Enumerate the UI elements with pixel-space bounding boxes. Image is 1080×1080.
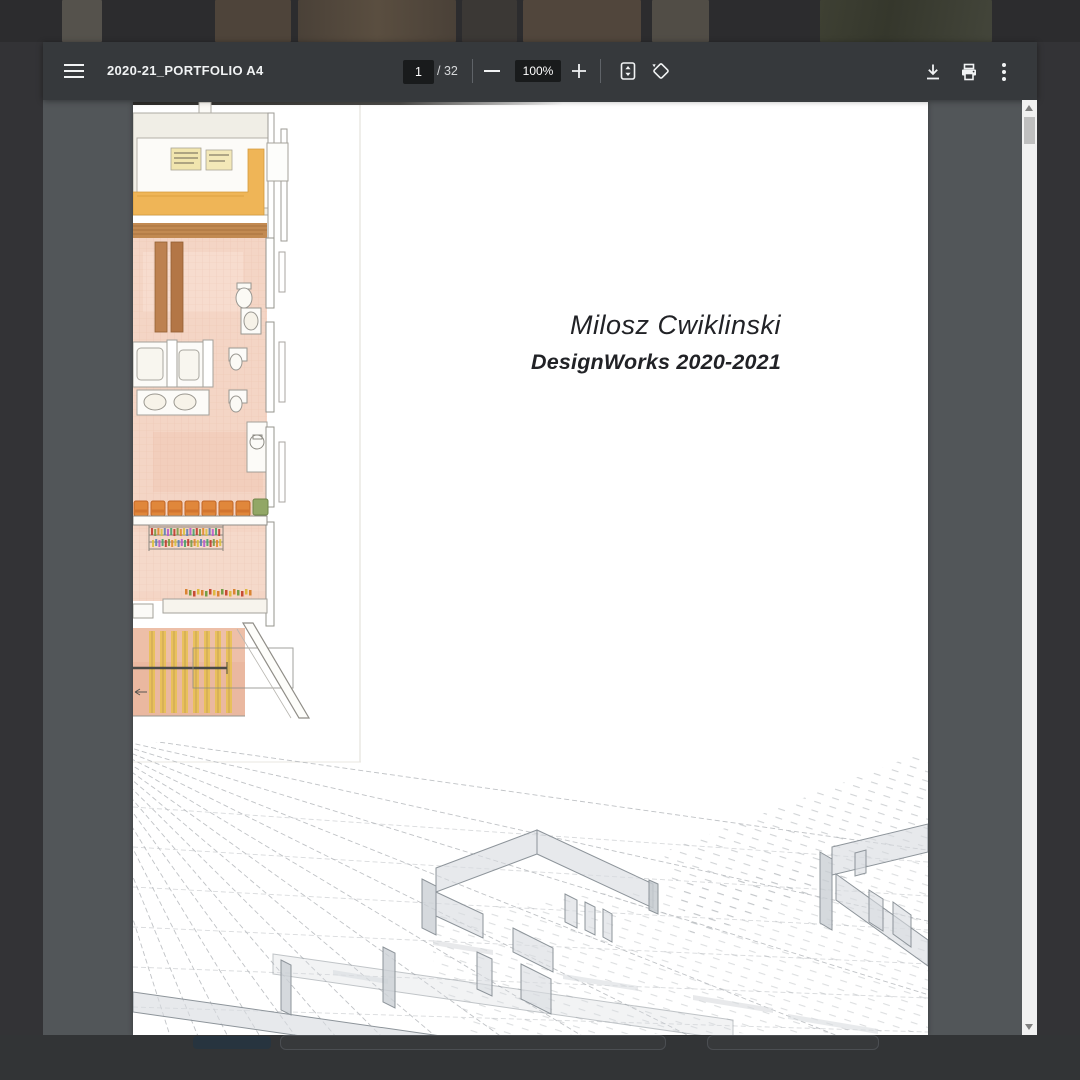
scrollbar[interactable] [1022, 100, 1037, 1035]
plus-icon [570, 62, 588, 80]
author-name: Milosz Cwiklinski [531, 310, 781, 341]
toolbar-separator [472, 59, 473, 83]
page-count-label: / 32 [437, 42, 458, 100]
pdf-content-area: Milosz Cwiklinski DesignWorks 2020-2021 [43, 100, 1037, 1035]
pdf-toolbar: 2020-21_PORTFOLIO A4 / 32 100% [43, 42, 1037, 100]
background-thumbnail [820, 0, 992, 42]
printer-icon [959, 62, 979, 82]
axonometric-artwork [133, 730, 928, 1035]
pdf-page: Milosz Cwiklinski DesignWorks 2020-2021 [133, 102, 928, 1035]
background-thumbnail [652, 0, 709, 42]
rotate-counterclockwise-icon [651, 61, 671, 81]
background-thumbnail [62, 0, 102, 42]
pdf-viewer: 2020-21_PORTFOLIO A4 / 32 100% [43, 42, 1037, 1035]
zoom-out-button[interactable] [483, 62, 501, 80]
fit-to-page-button[interactable] [618, 61, 638, 81]
background-thumbnail [298, 0, 456, 42]
portfolio-title: DesignWorks 2020-2021 [531, 350, 781, 375]
background-button[interactable] [193, 1036, 271, 1049]
page-artwork [133, 102, 928, 1035]
background-input-field[interactable] [280, 1035, 666, 1050]
background-thumbnail [462, 0, 517, 42]
toolbar-separator [600, 59, 601, 83]
cover-title-block: Milosz Cwiklinski DesignWorks 2020-2021 [531, 310, 781, 375]
scroll-down-arrow-icon[interactable] [1025, 1024, 1033, 1030]
page-number-input[interactable] [403, 60, 434, 84]
background-page-bottom [0, 1035, 1080, 1080]
background-page-top [0, 0, 1080, 42]
background-thumbnail [523, 0, 641, 42]
floorplan-artwork [133, 102, 309, 718]
zoom-level-value[interactable]: 100% [515, 60, 561, 82]
zoom-in-button[interactable] [570, 62, 590, 82]
minus-icon [484, 70, 500, 72]
background-input-field[interactable] [707, 1035, 879, 1050]
scroll-up-arrow-icon[interactable] [1025, 105, 1033, 111]
fit-to-page-icon [618, 61, 638, 81]
document-title: 2020-21_PORTFOLIO A4 [107, 42, 264, 100]
rotate-button[interactable] [651, 61, 671, 81]
download-button[interactable] [923, 62, 943, 82]
scrollbar-thumb[interactable] [1024, 117, 1035, 144]
hamburger-menu-icon[interactable] [64, 64, 84, 78]
more-options-button[interactable] [999, 63, 1009, 84]
background-thumbnail [215, 0, 291, 42]
print-button[interactable] [959, 62, 979, 82]
download-icon [923, 62, 943, 82]
